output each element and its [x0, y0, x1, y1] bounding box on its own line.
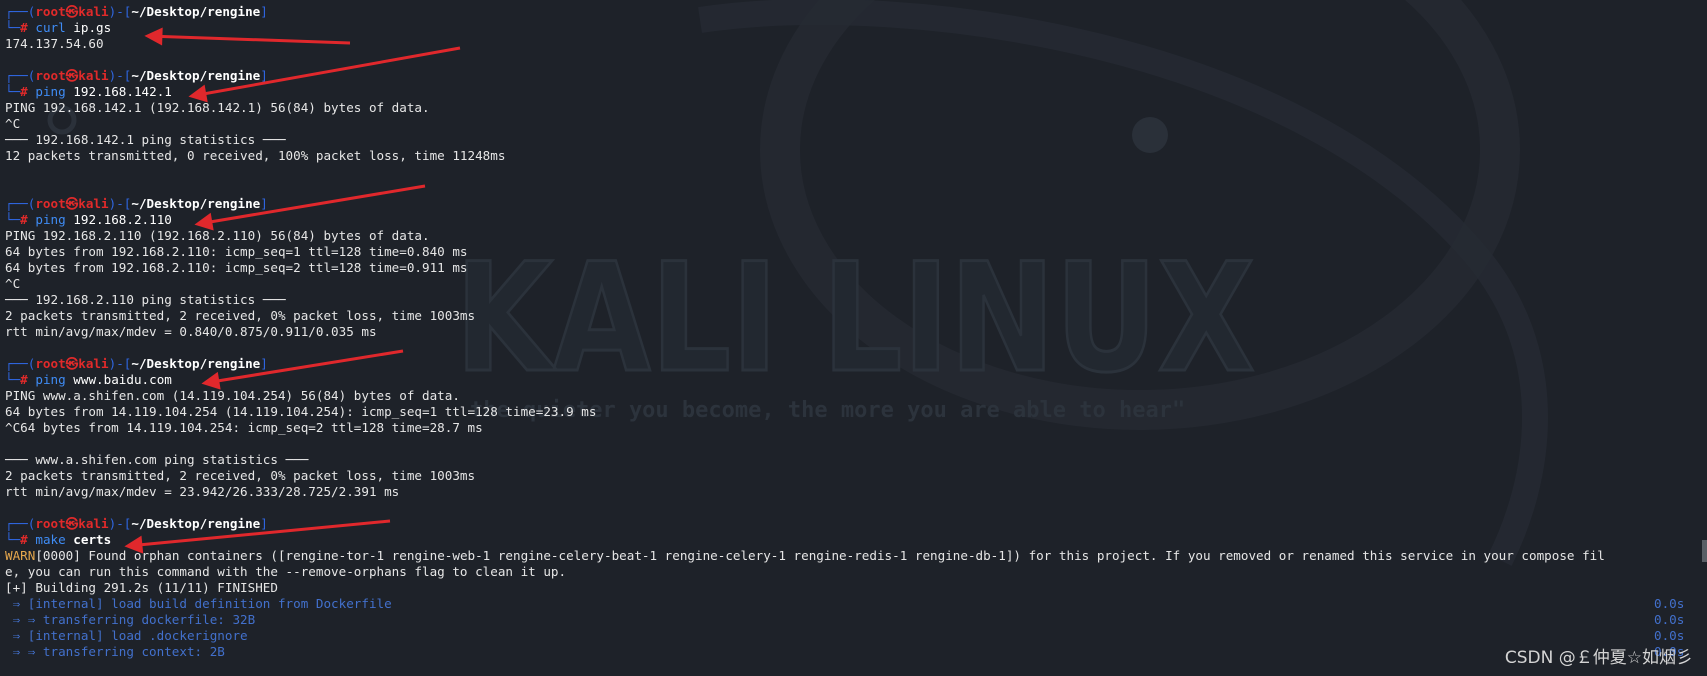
output-line: ^C	[5, 276, 21, 291]
prompt-close: ]	[260, 356, 268, 371]
prompt-user: root㉿kali	[35, 196, 109, 211]
prompt-corner: ┌──(	[5, 4, 36, 19]
build-status-line: [+] Building 291.2s (11/11) FINISHED	[5, 580, 278, 595]
build-step: ⇒ ⇒ transferring dockerfile: 32B 0.0s	[5, 612, 1705, 628]
warn-line: WARN[0000] Found orphan containers ([ren…	[5, 548, 1705, 564]
output-line: rtt min/avg/max/mdev = 0.840/0.875/0.911…	[5, 324, 377, 339]
output-line: 64 bytes from 14.119.104.254 (14.119.104…	[5, 404, 597, 419]
prompt-corner-bottom: └─	[5, 212, 21, 227]
build-step-text: ⇒ ⇒ transferring context: 2B	[5, 644, 225, 659]
prompt-user: root㉿kali	[35, 68, 109, 83]
output-line: rtt min/avg/max/mdev = 23.942/26.333/28.…	[5, 484, 400, 499]
command-args: certs	[73, 532, 112, 547]
prompt-path: ~/Desktop/rengine	[131, 4, 261, 19]
prompt-path: ~/Desktop/rengine	[131, 196, 261, 211]
prompt-close: ]	[260, 68, 268, 83]
output-line: 64 bytes from 192.168.2.110: icmp_seq=2 …	[5, 260, 468, 275]
prompt-line: ┌──(root㉿kali)-[~/Desktop/rengine]	[5, 516, 1705, 532]
terminal-output[interactable]: ┌──(root㉿kali)-[~/Desktop/rengine] └─# cu…	[5, 4, 1705, 660]
prompt-path: ~/Desktop/rengine	[131, 356, 261, 371]
prompt-line: ┌──(root㉿kali)-[~/Desktop/rengine]	[5, 196, 1705, 212]
scrollbar-thumb[interactable]	[1702, 540, 1707, 562]
prompt-corner-bottom: └─	[5, 20, 21, 35]
output-line: ^C64 bytes from 14.119.104.254: icmp_seq…	[5, 420, 483, 435]
output-line: 2 packets transmitted, 2 received, 0% pa…	[5, 468, 476, 483]
command-line: └─# ping 192.168.2.110	[5, 212, 1705, 228]
prompt-line: ┌──(root㉿kali)-[~/Desktop/rengine]	[5, 4, 1705, 20]
prompt-separator: )-[	[108, 516, 132, 531]
prompt-corner-bottom: └─	[5, 532, 21, 547]
prompt-path: ~/Desktop/rengine	[131, 68, 261, 83]
command-line: └─# curl ip.gs	[5, 20, 1705, 36]
output-line: PING 192.168.142.1 (192.168.142.1) 56(84…	[5, 100, 430, 115]
command-name: ping	[35, 212, 66, 227]
build-step: ⇒ [internal] load build definition from …	[5, 596, 1705, 612]
warn-text: [0000] Found orphan containers ([rengine…	[35, 548, 1605, 563]
build-step: ⇒ [internal] load .dockerignore 0.0s	[5, 628, 1705, 644]
output-line: PING 192.168.2.110 (192.168.2.110) 56(84…	[5, 228, 430, 243]
command-args: ip.gs	[73, 20, 112, 35]
prompt-corner: ┌──(	[5, 356, 36, 371]
prompt-hash: #	[20, 532, 28, 547]
warn-line-continued: e, you can run this command with the --r…	[5, 564, 567, 579]
output-line: ^C	[5, 116, 21, 131]
build-step-text: ⇒ [internal] load .dockerignore	[5, 628, 248, 643]
prompt-close: ]	[260, 516, 268, 531]
prompt-separator: )-[	[108, 356, 132, 371]
output-line: ─── 192.168.142.1 ping statistics ───	[5, 132, 286, 147]
command-name: ping	[35, 372, 66, 387]
prompt-corner: ┌──(	[5, 196, 36, 211]
command-line: └─# make certs	[5, 532, 1705, 548]
output-line: 174.137.54.60	[5, 36, 104, 51]
prompt-corner: ┌──(	[5, 68, 36, 83]
prompt-line: ┌──(root㉿kali)-[~/Desktop/rengine]	[5, 68, 1705, 84]
prompt-hash: #	[20, 372, 28, 387]
prompt-user: root㉿kali	[35, 516, 109, 531]
prompt-line: ┌──(root㉿kali)-[~/Desktop/rengine]	[5, 356, 1705, 372]
command-line: └─# ping 192.168.142.1	[5, 84, 1705, 100]
prompt-hash: #	[20, 212, 28, 227]
csdn-watermark: CSDN @￡仲夏☆如烟彡	[1504, 648, 1693, 668]
output-line: 64 bytes from 192.168.2.110: icmp_seq=1 …	[5, 244, 468, 259]
build-step: ⇒ ⇒ transferring context: 2B 0.0s	[5, 644, 1705, 660]
output-line: ─── 192.168.2.110 ping statistics ───	[5, 292, 286, 307]
command-args: www.baidu.com	[73, 372, 172, 387]
prompt-corner: ┌──(	[5, 516, 36, 531]
prompt-hash: #	[20, 84, 28, 99]
output-line: ─── www.a.shifen.com ping statistics ───	[5, 452, 309, 467]
prompt-close: ]	[260, 4, 268, 19]
prompt-path: ~/Desktop/rengine	[131, 516, 261, 531]
command-name: ping	[35, 84, 66, 99]
build-step-time: 0.0s	[1654, 596, 1685, 611]
prompt-corner-bottom: └─	[5, 372, 21, 387]
prompt-separator: )-[	[108, 196, 132, 211]
command-args: 192.168.142.1	[73, 84, 172, 99]
build-step-text: ⇒ ⇒ transferring dockerfile: 32B	[5, 612, 256, 627]
command-name: curl	[35, 20, 66, 35]
build-step-text: ⇒ [internal] load build definition from …	[5, 596, 392, 611]
prompt-user: root㉿kali	[35, 356, 109, 371]
build-step-time: 0.0s	[1654, 612, 1685, 627]
command-args: 192.168.2.110	[73, 212, 172, 227]
build-step-time: 0.0s	[1654, 628, 1685, 643]
prompt-separator: )-[	[108, 4, 132, 19]
output-line: PING www.a.shifen.com (14.119.104.254) 5…	[5, 388, 460, 403]
prompt-hash: #	[20, 20, 28, 35]
command-name: make	[35, 532, 66, 547]
output-line: 2 packets transmitted, 2 received, 0% pa…	[5, 308, 476, 323]
prompt-corner-bottom: └─	[5, 84, 21, 99]
prompt-separator: )-[	[108, 68, 132, 83]
warn-tag: WARN	[5, 548, 36, 563]
prompt-close: ]	[260, 196, 268, 211]
prompt-user: root㉿kali	[35, 4, 109, 19]
command-line: └─# ping www.baidu.com	[5, 372, 1705, 388]
output-line: 12 packets transmitted, 0 received, 100%…	[5, 148, 506, 163]
